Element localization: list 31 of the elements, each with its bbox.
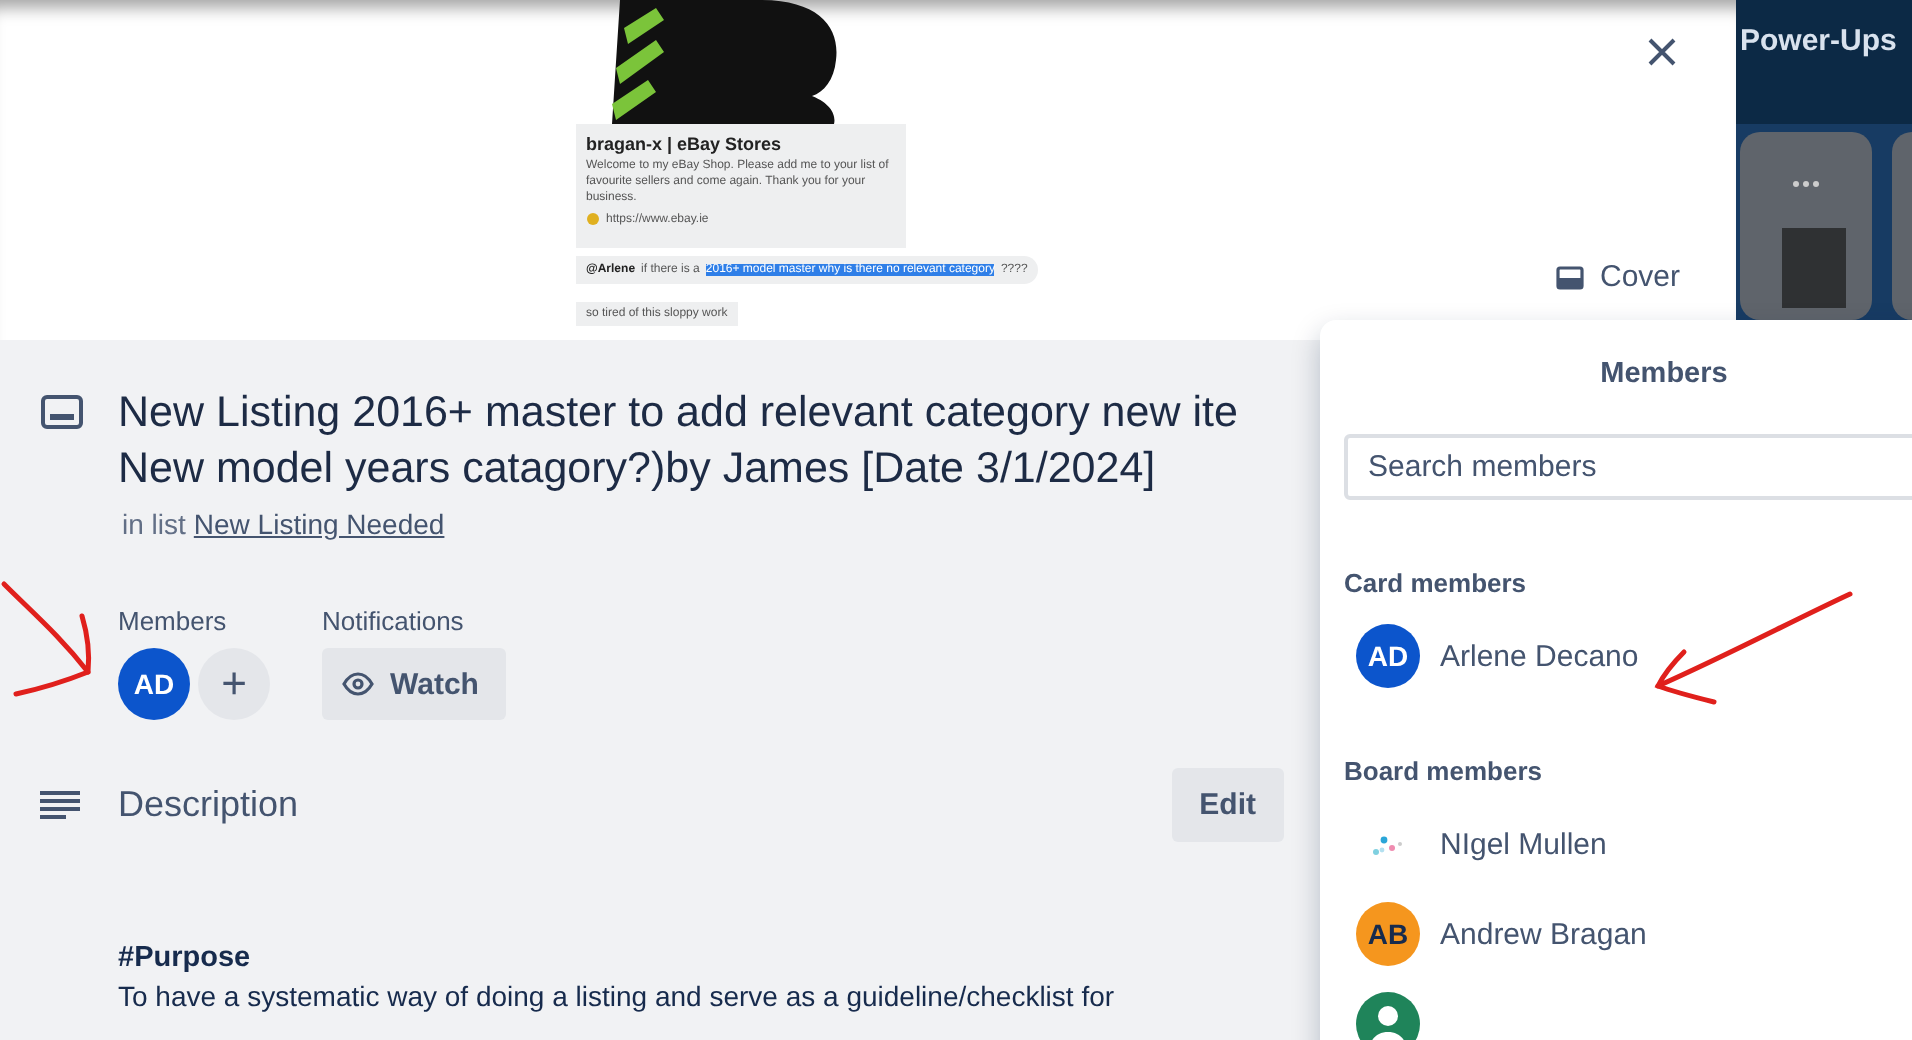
cover-button[interactable]: Cover [1548,256,1689,298]
member-avatar[interactable]: AD [1356,624,1420,688]
section-label: Notifications [322,606,466,636]
member-name[interactable]: Andrew Bragan [1440,917,1647,951]
watch-button[interactable]: Watch [322,648,507,720]
popover-title: Members [1598,358,1730,390]
section-heading: Board members [1344,756,1544,786]
description-icon [40,789,80,821]
eye-icon [342,672,374,696]
member-avatar[interactable]: AD [118,648,190,720]
more-icon[interactable] [1792,180,1820,188]
cover-icon [1556,265,1584,289]
section-heading: Description [118,784,301,826]
edit-button[interactable]: Edit [1171,768,1284,842]
card-title[interactable]: New Listing 2016+ master to add relevant category new ite New model years catagory?)by James [Date 3/1/2024] [118,384,1238,496]
member-avatar-icon[interactable] [1356,992,1420,1040]
list-link[interactable]: New Listing Needed [193,508,445,540]
description-text: To have a systematic way of doing a listing and serve as a guideline/checklist for [118,980,1117,1012]
store-title: bragan-x | eBay Stores [586,134,784,154]
description-heading: #Purpose [118,942,253,974]
member-name[interactable]: NIgel Mullen [1440,827,1607,861]
section-heading: Card members [1344,568,1529,598]
member-name[interactable]: Arlene Decano [1440,639,1639,673]
card-icon [40,394,84,430]
list-label: in list [122,508,186,540]
member-avatar[interactable]: AB [1356,902,1420,966]
search-field[interactable]: Search members [1344,434,1912,500]
add-member-button[interactable]: + [198,648,270,720]
section-label: Members [118,606,229,636]
photo-placeholder [1782,228,1846,308]
list-card[interactable] [1740,132,1872,320]
